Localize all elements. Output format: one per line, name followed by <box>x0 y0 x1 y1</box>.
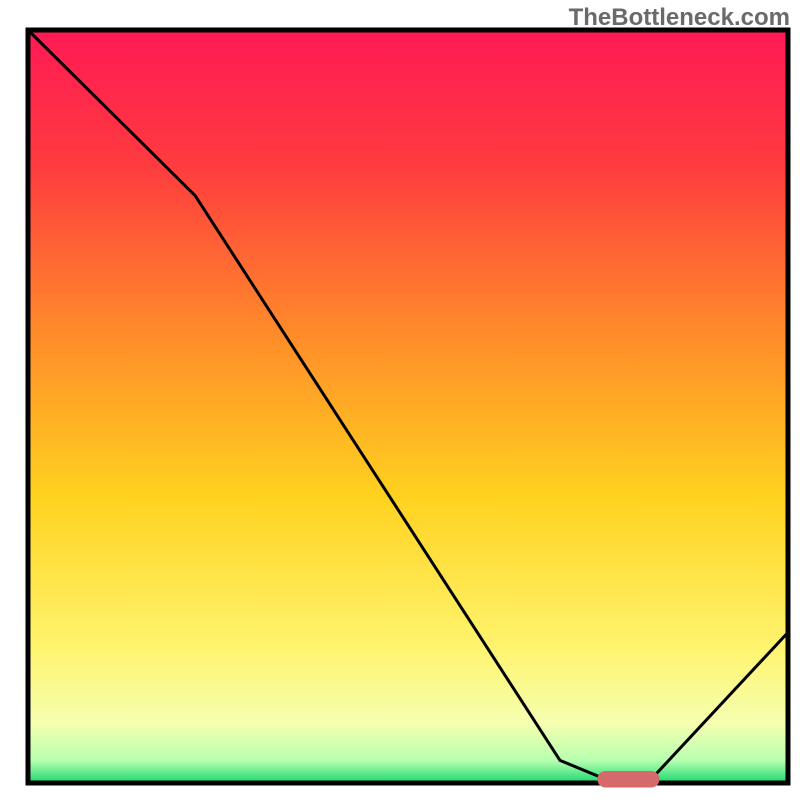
chart-svg <box>0 0 800 800</box>
watermark-text: TheBottleneck.com <box>569 4 790 32</box>
chart-frame: TheBottleneck.com <box>0 0 800 800</box>
